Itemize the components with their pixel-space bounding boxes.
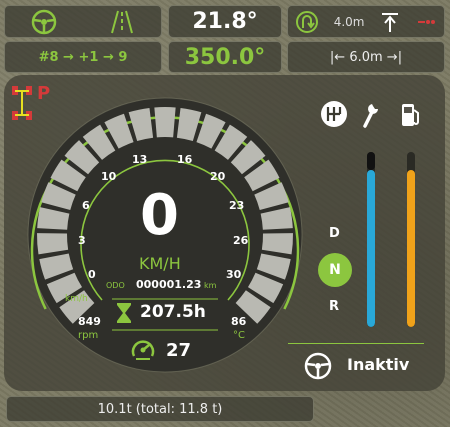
odo-unit: km — [204, 281, 217, 290]
gear-reverse[interactable]: R — [329, 299, 339, 314]
tick-label-23: 23 — [229, 199, 245, 212]
rpm-value: 849 — [78, 315, 101, 328]
autosteer-status[interactable]: Inaktiv — [347, 355, 409, 374]
def-level-bar — [407, 152, 415, 327]
kmh-label: km/h — [65, 294, 88, 304]
tick-label-0: 0 — [88, 268, 96, 281]
odo-value: 000001.23 — [136, 278, 202, 291]
diesel-level-fill — [367, 169, 375, 327]
tick-label-13: 13 — [132, 153, 148, 166]
gearshift-icon[interactable] — [320, 100, 348, 128]
fuel-pump-icon[interactable] — [400, 100, 422, 128]
load-panel: 10.1t (total: 11.8 t) — [6, 396, 314, 422]
rpm-unit: rpm — [78, 330, 99, 341]
gear-drive[interactable]: D — [329, 226, 340, 241]
cruise-speed: 27 — [166, 340, 192, 361]
diesel-level-cap — [367, 152, 375, 170]
gear-neutral-active[interactable]: N — [318, 253, 352, 287]
hourglass-icon — [117, 303, 131, 323]
tick-label-3: 3 — [78, 234, 86, 247]
temp-value: 86 — [231, 315, 247, 328]
cruise-control-icon[interactable] — [130, 337, 156, 363]
speed-unit: KM/H — [139, 254, 181, 273]
tick-label-30: 30 — [226, 268, 242, 281]
tick-label-6: 6 — [82, 199, 90, 212]
wrench-icon[interactable] — [361, 100, 381, 128]
autosteer-divider — [288, 343, 424, 344]
def-level-fill — [407, 169, 415, 327]
autosteer-icon[interactable] — [304, 352, 332, 380]
operating-hours: 207.5h — [140, 302, 206, 322]
diesel-level-bar — [367, 152, 375, 327]
tick-label-26: 26 — [233, 234, 249, 247]
gear-neutral: N — [329, 262, 341, 278]
odo-label: ODO — [106, 281, 125, 290]
load-weight: 10.1t (total: 11.8 t) — [97, 401, 223, 417]
speed-segment — [154, 107, 176, 138]
tick-label-20: 20 — [210, 170, 226, 183]
speed-value: 0 — [140, 183, 179, 248]
temp-unit: °C — [233, 330, 245, 341]
tick-label-10: 10 — [101, 170, 117, 183]
tick-label-16: 16 — [177, 153, 193, 166]
